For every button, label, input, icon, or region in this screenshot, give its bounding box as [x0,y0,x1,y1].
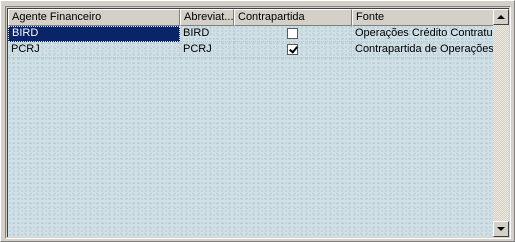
cell-agente-financeiro[interactable]: BIRD [8,26,180,42]
contrapartida-checkbox[interactable] [287,44,298,55]
vertical-scrollbar[interactable] [493,9,509,237]
cell-fonte[interactable]: Operações Crédito Contratuais [352,26,494,42]
triangle-down-icon [497,227,505,231]
grid-rows: BIRD BIRD Operações Crédito Contratuais … [8,26,494,58]
scroll-down-button[interactable] [493,221,509,237]
column-header-agente-financeiro[interactable]: Agente Financeiro [8,9,180,26]
triangle-up-icon [497,15,505,19]
column-header-fonte[interactable]: Fonte [352,9,494,26]
column-header-contrapartida[interactable]: Contrapartida [234,9,352,26]
grid-header: Agente Financeiro Abreviat... Contrapart… [8,9,494,26]
scroll-up-button[interactable] [493,9,509,25]
cell-abreviatura[interactable]: BIRD [180,26,234,42]
table-row[interactable]: PCRJ PCRJ Contrapartida de Operações de [8,42,494,58]
window-frame: Agente Financeiro Abreviat... Contrapart… [0,0,515,242]
cell-contrapartida[interactable] [234,42,352,58]
column-header-abreviatura[interactable]: Abreviat... [180,9,234,26]
cell-abreviatura[interactable]: PCRJ [180,42,234,58]
cell-contrapartida[interactable] [234,26,352,42]
contrapartida-checkbox[interactable] [287,28,298,39]
cell-fonte[interactable]: Contrapartida de Operações de [352,42,494,58]
table-row[interactable]: BIRD BIRD Operações Crédito Contratuais [8,26,494,42]
cell-agente-financeiro[interactable]: PCRJ [8,42,180,58]
data-grid[interactable]: Agente Financeiro Abreviat... Contrapart… [5,6,511,239]
data-grid-body: Agente Financeiro Abreviat... Contrapart… [7,8,509,237]
